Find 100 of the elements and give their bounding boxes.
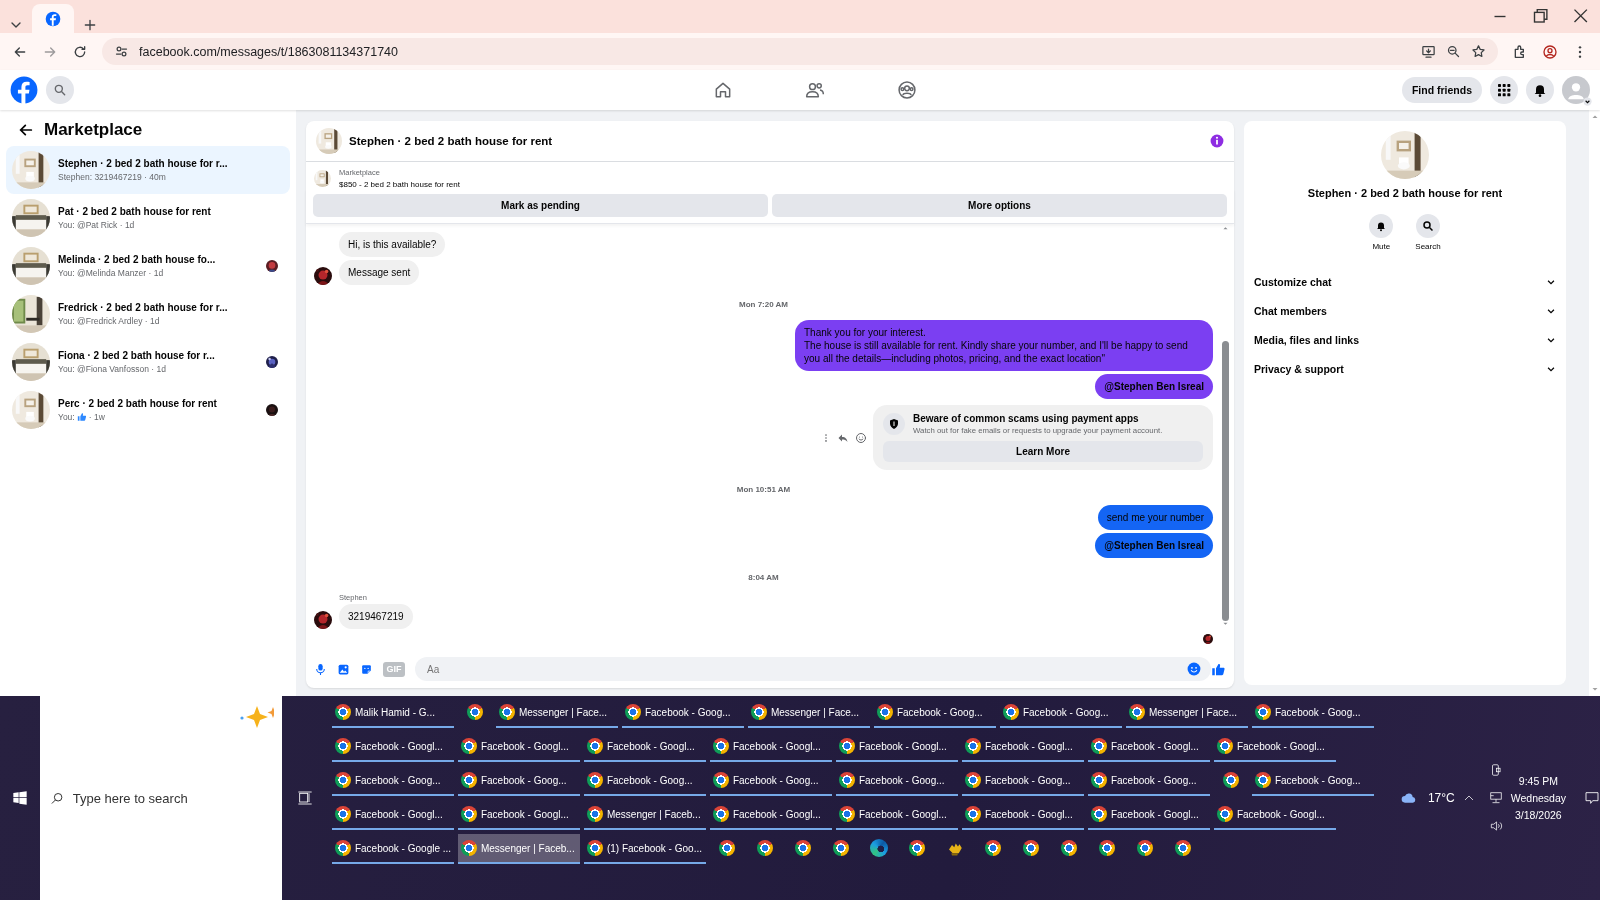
conversation-item[interactable]: Melinda · 2 bed 2 bath house fo... You: @Melinda Manzer · 1d [6,242,290,290]
chrome-icon[interactable] [1216,806,1233,822]
taskbar-button[interactable]: Messenger | Faceb... [583,800,706,830]
volume-icon[interactable] [1488,819,1503,833]
chrome-icon[interactable] [460,840,477,856]
chrome-icon[interactable] [1090,806,1107,822]
taskbar-button[interactable]: Facebook - Goog... [583,766,706,796]
taskbar-button[interactable]: Facebook - Goog... [1251,766,1374,796]
taskbar-button[interactable]: Facebook - Googl... [1087,732,1210,762]
taskbar-button[interactable]: Facebook - Googl... [331,800,454,830]
network-icon[interactable] [1488,791,1503,805]
conversation-item[interactable]: Stephen · 2 bed 2 bath house for r... Stephen: 3219467219 · 40m [6,146,290,194]
chrome-icon[interactable] [1098,840,1115,856]
chrome-icon[interactable] [876,704,893,720]
reload-icon[interactable] [72,43,88,60]
taskbar-search-field[interactable]: Type here to search [39,696,283,900]
new-tab-icon[interactable] [82,17,98,33]
taskbar-button[interactable]: Facebook - Googl... [835,800,958,830]
chrome-icon[interactable] [984,840,1001,856]
image-icon[interactable] [337,662,350,676]
taskbar-button[interactable]: Facebook - Goog... [1251,698,1374,728]
taskbar-button[interactable]: Facebook - Googl... [1087,800,1210,830]
conversation-item[interactable]: Pat · 2 bed 2 bath house for rent You: @Pat Rick · 1d [6,194,290,242]
taskbar-button[interactable]: Facebook - Googl... [709,800,832,830]
windows-icon[interactable] [11,790,28,806]
learn-more-button[interactable]: Learn More [883,441,1203,462]
chrome-icon[interactable] [334,840,351,856]
menu-button[interactable] [1490,76,1518,104]
star-icon[interactable] [1471,44,1486,59]
search-button[interactable] [46,76,74,104]
install-icon[interactable] [1421,44,1436,59]
taskbar-button[interactable]: Facebook - Goog... [331,766,454,796]
chrome-icon[interactable] [964,772,981,788]
taskbar-button[interactable]: Facebook - Googl... [961,732,1084,762]
edge-icon[interactable] [869,839,888,857]
chrome-icon[interactable] [1002,704,1019,720]
emoji-icon[interactable] [1187,662,1201,676]
chrome-icon[interactable] [756,840,773,856]
notification-icon[interactable] [1584,790,1600,806]
taskbar-button[interactable]: Malik Hamid - G... [331,698,454,728]
chrome-icon[interactable] [586,772,603,788]
action-button[interactable]: More options [772,194,1227,217]
taskbar-button[interactable]: Facebook - Googl... [457,732,580,762]
chrome-icon[interactable] [1254,772,1271,788]
chrome-icon[interactable] [334,738,351,754]
taskbar-button[interactable]: Facebook - Goog... [999,698,1122,728]
chrome-icon[interactable] [712,738,729,754]
chrome-icon[interactable] [1128,704,1145,720]
site-info-icon[interactable] [114,44,129,59]
find-friends-button[interactable]: Find friends [1401,77,1482,103]
taskbar-button[interactable]: Messenger | Faceb... [457,834,580,864]
chrome-icon[interactable] [334,704,351,720]
chrome-icon[interactable] [624,704,641,720]
taskbar-button[interactable]: Messenger | Face... [495,698,618,728]
conversation-item[interactable]: Fiona · 2 bed 2 bath house for r... You: @Fiona Vanfosson · 1d [6,338,290,386]
scrollbar-thumb[interactable] [1222,341,1229,621]
chrome-icon[interactable] [466,704,483,720]
chrome-icon[interactable] [586,840,603,856]
taskbar-button[interactable]: Facebook - Goog... [709,766,832,796]
chrome-icon[interactable] [1090,738,1107,754]
message-input[interactable]: Aa [415,657,1211,681]
notifications-button[interactable] [1526,76,1554,104]
task-view-icon[interactable] [297,790,314,806]
browser-tab[interactable] [32,4,74,33]
taskbar-button[interactable]: Facebook - Goog... [457,766,580,796]
chrome-icon[interactable] [1222,772,1239,788]
scroll-up-icon[interactable] [1222,226,1229,231]
taskbar-button[interactable]: Facebook - Googl... [961,800,1084,830]
chrome-icon[interactable] [712,772,729,788]
section-toggle[interactable]: Customize chat [1252,267,1558,296]
chrome-icon[interactable] [498,704,515,720]
chrome-icon[interactable] [1060,840,1077,856]
zoom-icon[interactable] [1446,44,1461,59]
chrome-icon[interactable] [838,738,855,754]
taskbar-button[interactable]: Facebook - Googl... [835,732,958,762]
info-icon[interactable] [1210,134,1224,148]
taskbar-button[interactable]: Facebook - Googl... [457,800,580,830]
chrome-icon[interactable] [750,704,767,720]
chrome-icon[interactable] [460,806,477,822]
chrome-icon[interactable] [964,738,981,754]
chrome-icon[interactable] [838,806,855,822]
chrome-icon[interactable] [334,806,351,822]
taskbar-button[interactable]: Messenger | Face... [747,698,870,728]
chrome-icon[interactable] [712,806,729,822]
chrome-icon[interactable] [460,738,477,754]
scroll-down-icon[interactable] [1590,686,1599,692]
chrome-icon[interactable] [832,840,849,856]
chrome-icon[interactable] [908,840,925,856]
taskbar-button[interactable]: Facebook - Goog... [621,698,744,728]
taskbar-button[interactable]: Facebook - Goog... [835,766,958,796]
chrome-icon[interactable] [586,806,603,822]
chrome-icon[interactable] [334,772,351,788]
taskbar-button[interactable]: Facebook - Goog... [961,766,1084,796]
chrome-icon[interactable] [586,738,603,754]
action-button[interactable]: Mark as pending [313,194,768,217]
taskbar-button[interactable]: Facebook - Google ... [331,834,454,864]
section-toggle[interactable]: Chat members [1252,296,1558,325]
taskbar-button[interactable]: Facebook - Googl... [1213,732,1336,762]
chrome-icon[interactable] [1022,840,1039,856]
taskbar-button[interactable]: (1) Facebook - Goo... [583,834,706,864]
